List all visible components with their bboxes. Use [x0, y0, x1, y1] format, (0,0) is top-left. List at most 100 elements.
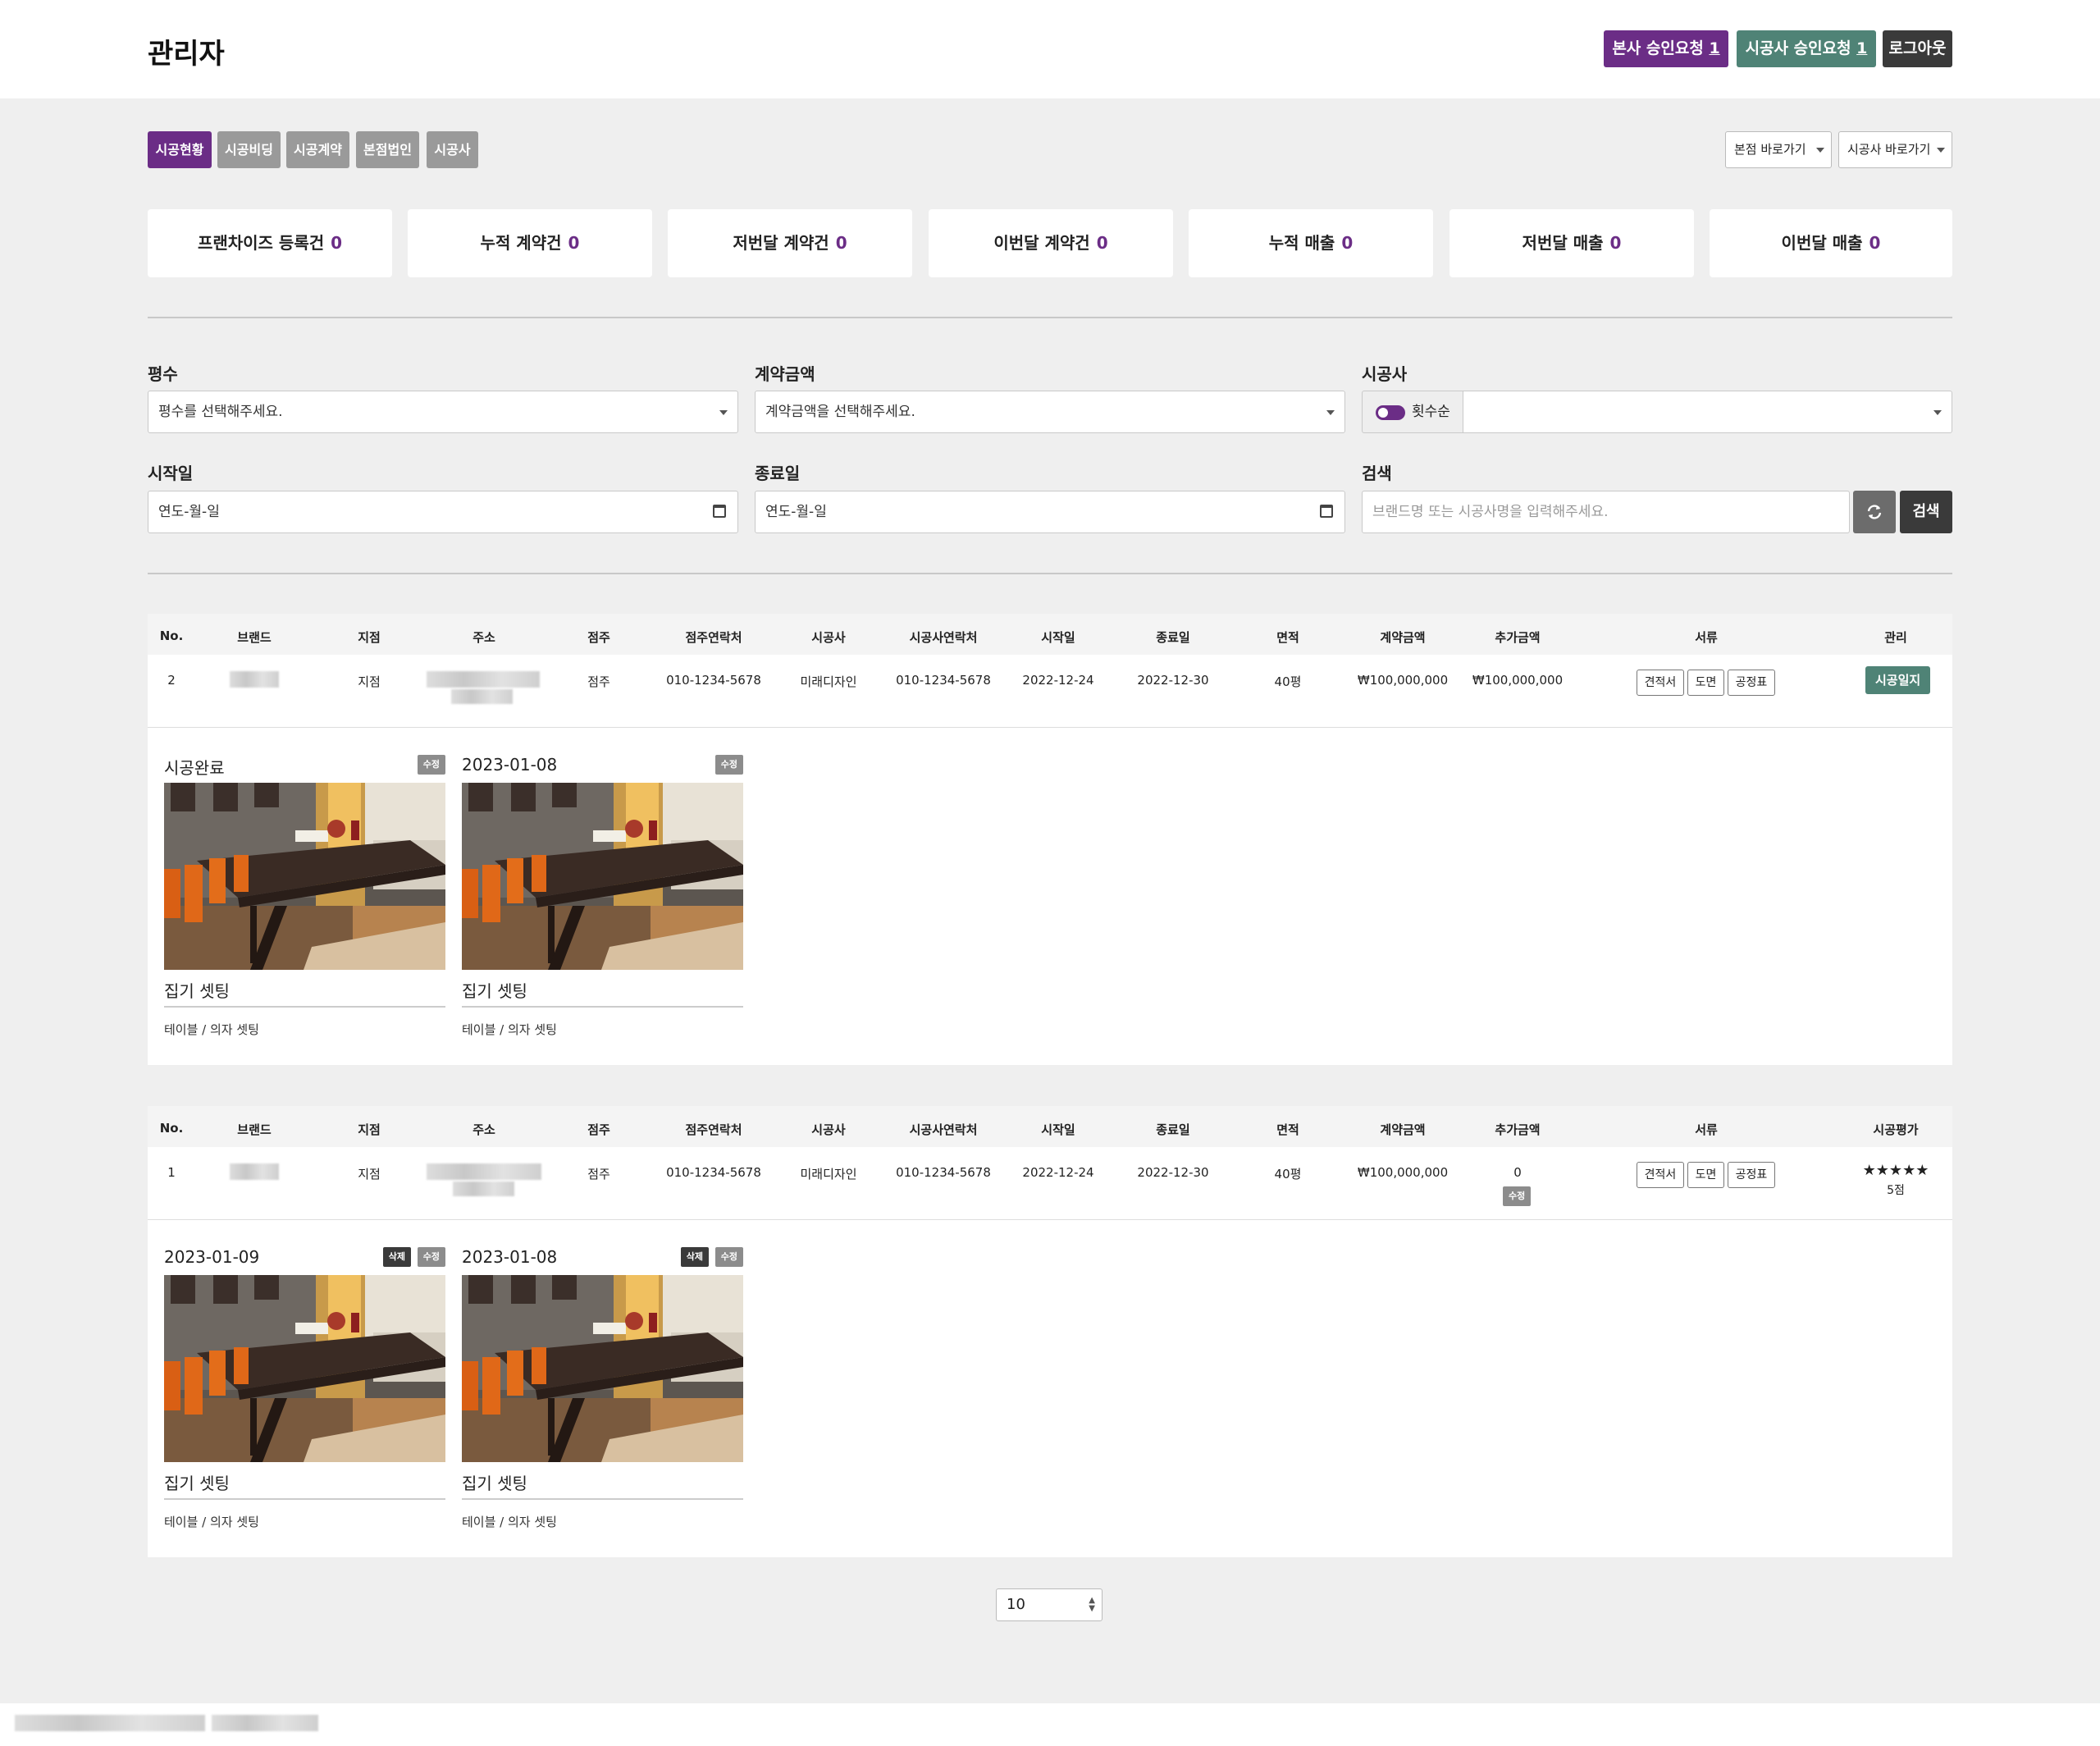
- cell-address: [427, 1163, 541, 1180]
- construction-log-button[interactable]: 시공일지: [1865, 666, 1931, 694]
- end-date-input[interactable]: 연도-월-일: [755, 491, 1345, 533]
- schedule-doc-button[interactable]: 공정표: [1728, 670, 1775, 696]
- stat-label: 누적 매출: [1268, 233, 1335, 253]
- col-contractor-phone: 시공사연락처: [909, 630, 978, 645]
- contractor-approval-request-button[interactable]: 시공사 승인요청 1 건: [1737, 30, 1876, 94]
- cell-brand: [230, 1163, 279, 1180]
- logout-button[interactable]: 로그아웃: [1883, 30, 1952, 67]
- tab-construction-contract[interactable]: 시공계약: [286, 131, 349, 168]
- edit-button[interactable]: 수정: [714, 1247, 743, 1267]
- divider: [164, 1498, 445, 1500]
- calendar-icon[interactable]: [1320, 505, 1333, 518]
- room-photo[interactable]: [164, 1275, 445, 1462]
- edit-button[interactable]: 수정: [714, 755, 743, 775]
- page-size-select[interactable]: 10 ▲ ▼: [996, 1588, 1102, 1621]
- stat-last-month-sales: 저번달 매출 0: [1449, 209, 1694, 277]
- col-area: 면적: [1276, 1122, 1299, 1137]
- drawing-doc-button[interactable]: 도면: [1687, 670, 1724, 696]
- edit-button[interactable]: 수정: [417, 1247, 445, 1267]
- end-date-value: 연도-월-일: [765, 504, 827, 520]
- photo-card: 2023-01-09 삭제 수정 집기 셋팅 테이블 / 의자 셋팅: [164, 1247, 445, 1559]
- photo-description: 테이블 / 의자 셋팅: [164, 1515, 259, 1529]
- search-input[interactable]: 브랜드명 또는 시공사명을 입력해주세요.: [1362, 491, 1850, 533]
- cell-contractor: 미래디자인: [800, 674, 857, 689]
- stat-value: 0: [835, 233, 847, 253]
- col-area: 면적: [1276, 630, 1299, 645]
- cell-contractor-phone: 010-1234-5678: [896, 1165, 991, 1180]
- count-order-toggle[interactable]: 횟수순: [1362, 391, 1463, 433]
- col-end-date: 종료일: [1156, 1122, 1190, 1137]
- col-address: 주소: [472, 630, 495, 645]
- cell-contract-amount: ₩100,000,000: [1357, 673, 1449, 688]
- contractor-request-label: 시공사 승인요청: [1745, 39, 1857, 57]
- cell-start-date: 2022-12-24: [1022, 673, 1094, 688]
- contractor-request-unit: 건: [1799, 76, 1814, 94]
- reset-button[interactable]: [1853, 491, 1896, 533]
- photo-title: 2023-01-09: [164, 1247, 260, 1267]
- stat-label: 저번달 매출: [1522, 233, 1604, 253]
- col-owner: 점주: [587, 630, 610, 645]
- delete-button[interactable]: 삭제: [382, 1247, 411, 1267]
- col-no: No.: [159, 1121, 184, 1136]
- divider: [148, 573, 1952, 574]
- stat-this-month-contracts: 이번달 계약건 0: [929, 209, 1173, 277]
- search-button[interactable]: 검색: [1900, 491, 1952, 533]
- cell-address-line2: [453, 1182, 514, 1196]
- tab-construction-bidding[interactable]: 시공비딩: [217, 131, 281, 168]
- cell-contract-amount: ₩100,000,000: [1357, 1165, 1449, 1180]
- divider: [148, 727, 1952, 728]
- rating-stars: ★★★★★: [1862, 1162, 1929, 1179]
- extra-amount-edit-button[interactable]: 수정: [1503, 1186, 1532, 1206]
- estimate-doc-button[interactable]: 견적서: [1637, 1162, 1684, 1188]
- photo-title: 2023-01-08: [462, 755, 558, 775]
- cell-no: 2: [167, 673, 176, 688]
- room-photo[interactable]: [462, 1275, 743, 1462]
- col-owner-phone: 점주연락처: [685, 630, 742, 645]
- footer-info: [15, 1715, 205, 1731]
- tab-construction-status[interactable]: 시공현황: [148, 131, 212, 168]
- area-select[interactable]: 평수를 선택해주세요.: [148, 391, 738, 433]
- amount-label: 계약금액: [755, 364, 815, 384]
- photo-description: 테이블 / 의자 셋팅: [164, 1022, 259, 1037]
- cell-owner-phone: 010-1234-5678: [666, 1165, 761, 1180]
- delete-button[interactable]: 삭제: [680, 1247, 709, 1267]
- photo-card: 2023-01-08 수정 집기 셋팅 테이블 / 의자 셋팅: [462, 755, 743, 1067]
- stat-label: 이번달 매출: [1781, 233, 1863, 253]
- chevron-down-icon: [719, 410, 728, 415]
- cell-end-date: 2022-12-30: [1137, 673, 1209, 688]
- stat-cumulative-sales: 누적 매출 0: [1189, 209, 1433, 277]
- photo-card: 2023-01-08 삭제 수정 집기 셋팅 테이블 / 의자 셋팅: [462, 1247, 743, 1559]
- hq-approval-request-button[interactable]: 본사 승인요청 1 건: [1604, 30, 1728, 94]
- col-extra-amount: 추가금액: [1495, 1122, 1541, 1137]
- stat-value: 0: [1869, 233, 1881, 253]
- tab-contractor[interactable]: 시공사: [427, 131, 478, 168]
- contractor-select[interactable]: [1463, 391, 1952, 433]
- stat-value: 0: [1341, 233, 1354, 253]
- edit-button[interactable]: 수정: [417, 755, 445, 775]
- schedule-doc-button[interactable]: 공정표: [1728, 1162, 1775, 1188]
- search-placeholder: 브랜드명 또는 시공사명을 입력해주세요.: [1372, 504, 1609, 520]
- room-photo[interactable]: [164, 783, 445, 970]
- contractor-jump-select[interactable]: 시공사 바로가기: [1838, 131, 1952, 168]
- amount-select[interactable]: 계약금액을 선택해주세요.: [755, 391, 1345, 433]
- photo-card: 시공완료 수정 집기 셋팅 테이블 / 의자 셋팅: [164, 755, 445, 1067]
- page-size-value: 10: [1007, 1596, 1025, 1613]
- calendar-icon[interactable]: [713, 505, 726, 518]
- updown-arrows-icon: ▲ ▼: [1089, 1596, 1095, 1613]
- photo-caption: 집기 셋팅: [462, 1474, 527, 1493]
- room-photo[interactable]: [462, 783, 743, 970]
- col-documents: 서류: [1695, 1122, 1718, 1137]
- toggle-switch[interactable]: [1376, 405, 1405, 420]
- cell-no: 1: [167, 1165, 176, 1180]
- photo-description: 테이블 / 의자 셋팅: [462, 1022, 557, 1037]
- chevron-down-icon: [1816, 148, 1824, 153]
- estimate-doc-button[interactable]: 견적서: [1637, 670, 1684, 696]
- branch-jump-select[interactable]: 본점 바로가기: [1725, 131, 1832, 168]
- tab-head-office-corp[interactable]: 본점법인: [356, 131, 419, 168]
- contractor-label: 시공사: [1362, 364, 1408, 384]
- col-branch: 지점: [358, 630, 381, 645]
- search-label: 검색: [1362, 464, 1392, 483]
- drawing-doc-button[interactable]: 도면: [1687, 1162, 1724, 1188]
- start-date-input[interactable]: 연도-월-일: [148, 491, 738, 533]
- col-contractor: 시공사: [811, 1122, 846, 1137]
